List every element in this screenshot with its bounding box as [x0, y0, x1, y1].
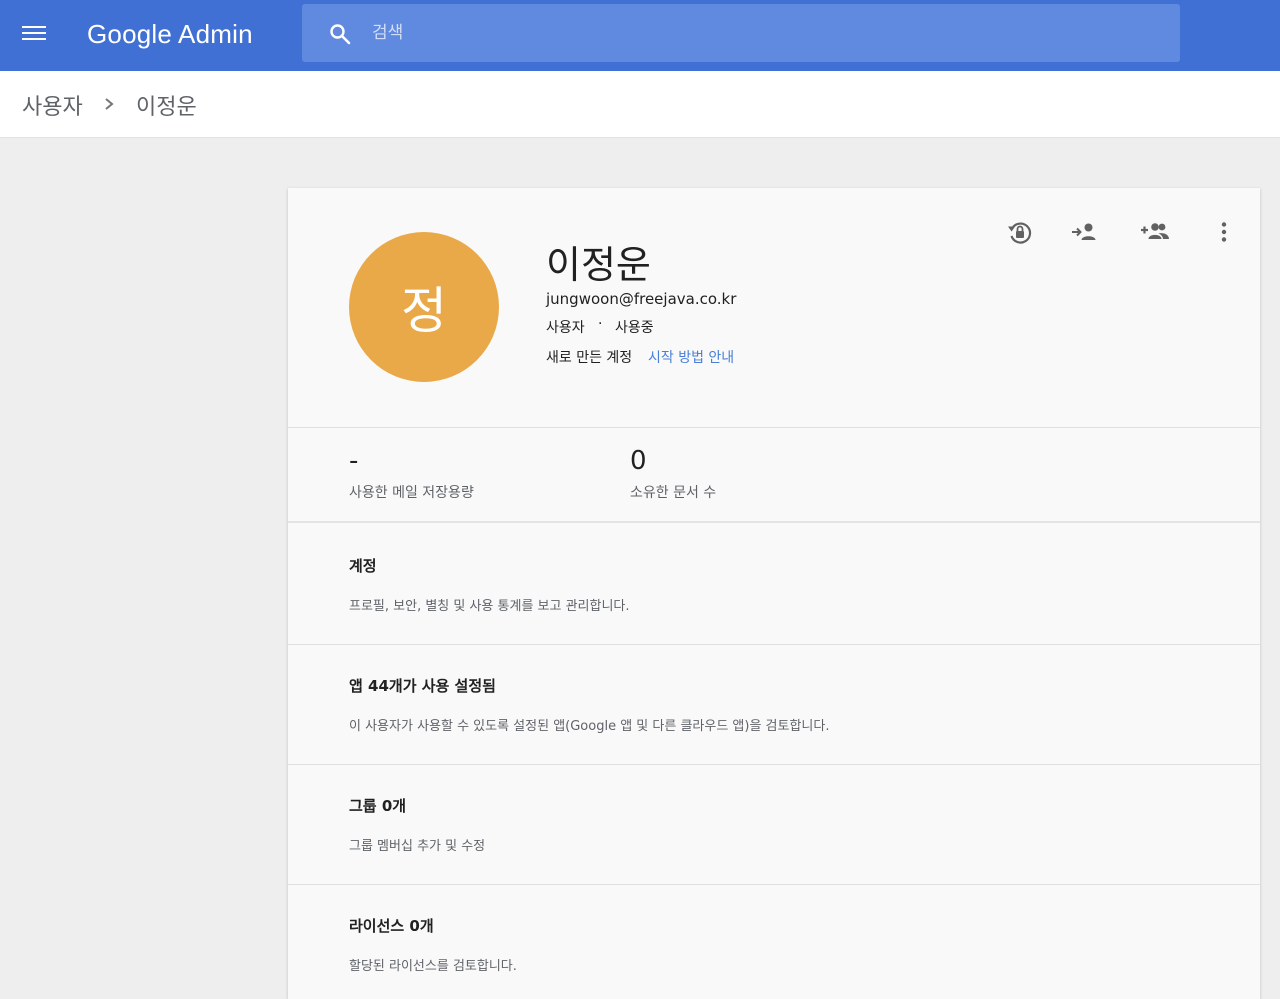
chevron-right-icon [105, 98, 114, 110]
rename-user-button[interactable] [1065, 216, 1105, 248]
user-profile-header: 정 이정운 jungwoon@freejava.co.kr 사용자 · 사용중 … [288, 188, 1260, 428]
section-desc: 프로필, 보안, 별칭 및 사용 통계를 보고 관리합니다. [349, 599, 630, 614]
status-badge: 사용중 [615, 320, 654, 336]
google-admin-logo[interactable]: Google Admin [87, 14, 253, 54]
apps-section[interactable]: 앱 44개가 사용 설정됨 이 사용자가 사용할 수 있도록 설정된 앱(Goo… [288, 645, 1260, 765]
avatar: 정 [349, 232, 499, 382]
account-section[interactable]: 계정 프로필, 보안, 별칭 및 사용 통계를 보고 관리합니다. [288, 525, 1260, 645]
new-account-label: 새로 만든 계정 [546, 350, 633, 366]
role-status-separator: · [598, 316, 603, 332]
user-name: 이정운 [546, 243, 651, 287]
owned-docs-label: 소유한 문서 수 [630, 485, 717, 501]
section-desc: 할당된 라이선스를 검토합니다. [349, 959, 517, 974]
lock-reset-icon [1008, 222, 1032, 244]
mail-storage-label: 사용한 메일 저장용량 [349, 485, 474, 501]
section-title: 라이선스 0개 [349, 917, 434, 935]
hamburger-menu-icon[interactable] [22, 24, 46, 42]
breadcrumb: 사용자 이정운 [0, 71, 1280, 138]
top-app-bar: Google Admin [0, 0, 1280, 71]
section-title: 계정 [349, 557, 377, 575]
rename-user-icon [1072, 223, 1096, 240]
add-to-group-button[interactable] [1136, 216, 1176, 248]
mail-storage-value: - [349, 446, 359, 476]
owned-docs-value: 0 [630, 446, 647, 476]
licenses-section[interactable]: 라이선스 0개 할당된 라이선스를 검토합니다. [288, 885, 1260, 999]
breadcrumb-users-link[interactable]: 사용자 [22, 89, 83, 121]
search-icon[interactable] [328, 22, 352, 46]
user-detail-card: 정 이정운 jungwoon@freejava.co.kr 사용자 · 사용중 … [288, 188, 1260, 999]
section-desc: 이 사용자가 사용할 수 있도록 설정된 앱(Google 앱 및 다른 클라우… [349, 719, 830, 734]
section-title: 그룹 0개 [349, 797, 407, 815]
search-input[interactable] [372, 4, 1152, 62]
groups-section[interactable]: 그룹 0개 그룹 멤버십 추가 및 수정 [288, 765, 1260, 885]
section-title: 앱 44개가 사용 설정됨 [349, 677, 496, 695]
user-stats: - 사용한 메일 저장용량 0 소유한 문서 수 [288, 428, 1260, 523]
search-bar[interactable] [302, 4, 1180, 62]
reset-password-button[interactable] [1000, 216, 1040, 248]
more-vert-icon [1221, 222, 1227, 242]
getting-started-link[interactable]: 시작 방법 안내 [648, 347, 734, 367]
more-options-button[interactable] [1204, 216, 1244, 248]
user-email: jungwoon@freejava.co.kr [546, 290, 737, 308]
section-desc: 그룹 멤버십 추가 및 수정 [349, 839, 486, 854]
user-role: 사용자 [546, 320, 585, 336]
breadcrumb-current: 이정운 [136, 95, 197, 120]
add-to-group-icon [1141, 223, 1169, 239]
